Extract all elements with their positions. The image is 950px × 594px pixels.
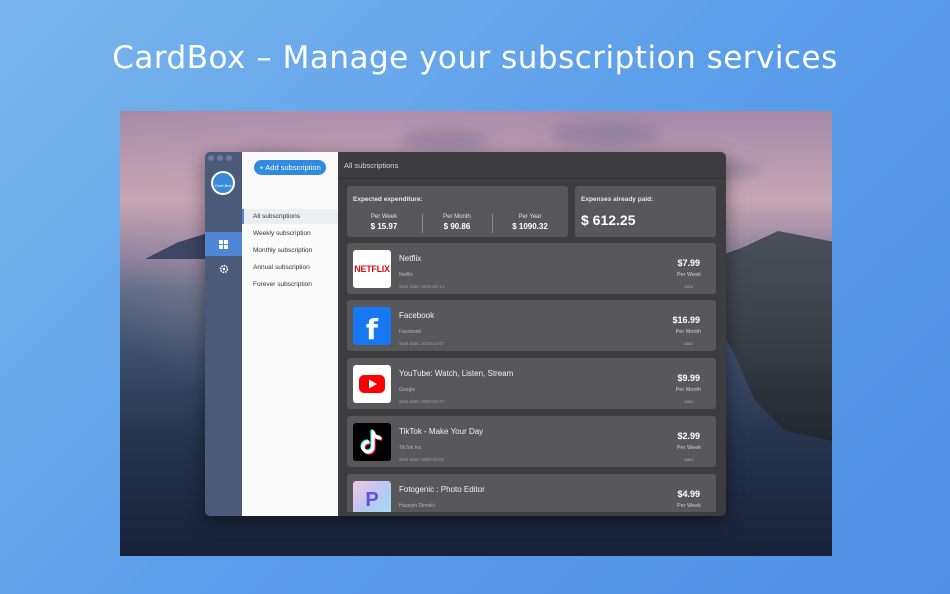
stat-divider xyxy=(422,214,423,233)
gear-icon xyxy=(219,264,228,274)
per-year-stat: Per Year $ 1090.32 xyxy=(499,214,561,231)
sidebar-item-monthly[interactable]: Monthly subscription xyxy=(242,243,338,258)
subscription-name: Facebook xyxy=(399,311,435,320)
per-year-value: $ 1090.32 xyxy=(512,222,548,231)
app-logo: Card Box xyxy=(211,171,235,195)
subscription-period: Per Month xyxy=(675,387,701,393)
icon-rail: Card Box xyxy=(205,152,242,516)
sidebar-item-forever[interactable]: Forever subscription xyxy=(242,277,338,292)
subscription-status: auto xyxy=(684,457,693,462)
netflix-logo-text: NETFLIX xyxy=(354,264,390,274)
play-icon xyxy=(359,375,385,393)
subscription-price: $7.99 xyxy=(677,258,700,268)
sidebar-item-weekly[interactable]: Weekly subscription xyxy=(242,226,338,241)
app-window: Card Box + Add subscription All subscrip… xyxy=(205,152,726,516)
close-dot[interactable] xyxy=(208,155,214,161)
sidebar: + Add subscription All subscriptions Wee… xyxy=(242,152,338,516)
settings-button[interactable] xyxy=(205,257,242,281)
subscription-status: auto xyxy=(684,341,693,346)
subscription-status: auto xyxy=(684,284,693,289)
per-week-value: $ 15.97 xyxy=(370,222,398,231)
subscription-company: Netflix xyxy=(399,272,413,278)
minimize-dot[interactable] xyxy=(217,155,223,161)
subscription-start-date: Start date: 2020-03-27 xyxy=(399,399,445,404)
list-item[interactable]: TikTok - Make Your Day TikTok Inc Start … xyxy=(347,416,716,467)
dashboard-button[interactable] xyxy=(205,232,242,256)
zoom-dot[interactable] xyxy=(226,155,232,161)
subscription-company: TikTok Inc xyxy=(399,445,422,451)
facebook-logo: f xyxy=(353,307,391,345)
subscription-status: auto xyxy=(684,399,693,404)
tiktok-logo xyxy=(353,423,391,461)
facebook-logo-text: f xyxy=(365,312,379,346)
sidebar-item-annual[interactable]: Annual subscription xyxy=(242,260,338,275)
subscription-name: Netflix xyxy=(399,254,422,263)
youtube-logo xyxy=(353,365,391,403)
netflix-logo: NETFLIX xyxy=(353,250,391,288)
per-week-label: Per Week xyxy=(370,214,398,220)
subscription-name: TikTok - Make Your Day xyxy=(399,427,484,436)
app-logo-text: Card Box xyxy=(214,183,232,188)
subscription-company: Google xyxy=(399,387,416,393)
subscription-price: $9.99 xyxy=(677,373,700,383)
subscription-period: Per Month xyxy=(675,329,701,335)
fotogenic-logo: P xyxy=(353,481,391,512)
subscription-company: Huseyin Dimelci xyxy=(399,503,435,509)
stat-divider xyxy=(492,214,493,233)
list-item[interactable]: YouTube: Watch, Listen, Stream Google St… xyxy=(347,358,716,409)
grid-icon xyxy=(219,239,228,249)
subscription-start-date: Start date: 2020-01-02 xyxy=(399,457,445,462)
subscription-name: Fotogenic : Photo Editor xyxy=(399,485,485,494)
per-year-label: Per Year xyxy=(518,214,542,220)
paid-label: Expenses already paid: xyxy=(581,196,654,203)
paid-value: $ 612.25 xyxy=(581,212,636,228)
expected-label: Expected expenditure: xyxy=(353,196,423,203)
subscription-period: Per Week xyxy=(676,445,701,451)
list-item[interactable]: NETFLIX Netflix Netflix Start date: 2019… xyxy=(347,243,716,294)
subscription-price: $2.99 xyxy=(677,431,700,441)
per-week-stat: Per Week $ 15.97 xyxy=(353,214,415,231)
subscription-company: Facebook xyxy=(399,329,421,335)
subscription-period: Per Week xyxy=(676,272,701,278)
subscription-list[interactable]: NETFLIX Netflix Netflix Start date: 2019… xyxy=(338,242,726,512)
subscription-start-date: Start date: 2019-02-14 xyxy=(399,284,445,289)
subscription-start-date: Start date: 2019-10-07 xyxy=(399,341,445,346)
per-month-value: $ 90.86 xyxy=(443,222,471,231)
subscription-price: $16.99 xyxy=(672,315,700,325)
per-month-stat: Per Month $ 90.86 xyxy=(426,214,488,231)
headline: CardBox – Manage your subscription servi… xyxy=(112,40,838,76)
subscription-period: Per Week xyxy=(676,503,701,509)
add-subscription-button[interactable]: + Add subscription xyxy=(254,160,326,175)
list-item[interactable]: P Fotogenic : Photo Editor Huseyin Dimel… xyxy=(347,474,716,512)
expected-expenditure-card: Expected expenditure: Per Week $ 15.97 P… xyxy=(347,186,568,237)
per-month-label: Per Month xyxy=(443,214,471,220)
cliff-right xyxy=(712,231,832,441)
paid-card: Expenses already paid: $ 612.25 xyxy=(575,186,716,237)
fotogenic-logo-text: P xyxy=(365,488,379,511)
page-title: All subscriptions xyxy=(344,161,399,170)
sidebar-item-all[interactable]: All subscriptions xyxy=(242,209,338,224)
title-divider xyxy=(338,178,726,179)
subscription-price: $4.99 xyxy=(677,489,700,499)
main-panel: All subscriptions Expected expenditure: … xyxy=(338,152,726,516)
subscription-name: YouTube: Watch, Listen, Stream xyxy=(399,369,514,378)
list-item[interactable]: f Facebook Facebook Start date: 2019-10-… xyxy=(347,300,716,351)
music-note-icon xyxy=(360,429,383,455)
